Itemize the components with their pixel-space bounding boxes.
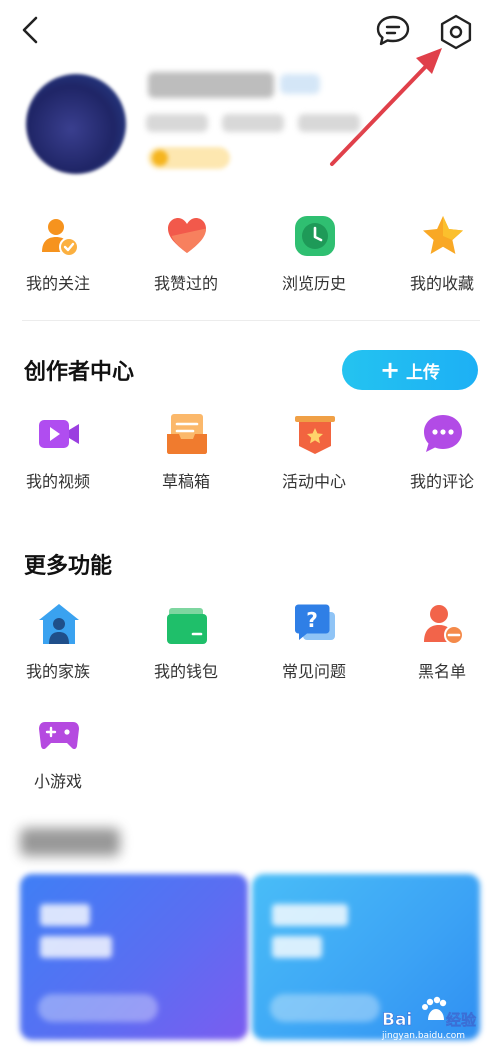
person-block-icon — [424, 605, 464, 645]
creator-item-my-comments[interactable]: 我的评论 — [384, 402, 500, 502]
more-item-faq[interactable]: ? 常见问题 — [256, 592, 372, 692]
quick-action-label: 我的收藏 — [409, 274, 474, 293]
more-item-label: 黑名单 — [417, 662, 466, 681]
clock-icon — [295, 216, 335, 256]
plus-icon: + — [379, 356, 401, 384]
creator-item-drafts[interactable]: 草稿箱 — [128, 402, 244, 502]
heart-icon — [168, 218, 206, 253]
creator-item-activity[interactable]: 活动中心 — [256, 402, 372, 502]
person-follow-icon — [42, 219, 79, 257]
quick-action-history[interactable]: 浏览历史 — [256, 204, 372, 304]
quick-actions: 我的关注 我赞过的 浏览历史 我的收藏 — [0, 204, 500, 314]
more-item-blacklist[interactable]: 黑名单 — [384, 592, 500, 692]
house-person-icon — [39, 604, 79, 644]
baidu-jingyan-watermark: Bai 经验 jingyan.baidu.com — [381, 996, 477, 1040]
quick-action-following[interactable]: 我的关注 — [0, 204, 116, 304]
more-item-label: 常见问题 — [281, 662, 346, 681]
more-item-label: 我的家族 — [25, 662, 90, 681]
more-item-mini-games[interactable]: 小游戏 — [0, 702, 116, 802]
quick-action-favorites[interactable]: 我的收藏 — [384, 204, 500, 304]
banner-section-title-blurred — [20, 828, 120, 856]
more-item-label: 小游戏 — [33, 772, 82, 791]
quick-action-label: 我赞过的 — [153, 274, 218, 293]
stat-blurred — [146, 114, 208, 132]
star-icon — [423, 216, 463, 254]
comment-bubble-icon — [424, 415, 462, 452]
creator-item-my-videos[interactable]: 我的视频 — [0, 402, 116, 502]
stat-blurred — [298, 114, 360, 132]
tag-blurred — [280, 74, 320, 94]
upload-button[interactable]: + 上传 — [342, 350, 478, 390]
creator-center-title: 创作者中心 — [24, 360, 135, 385]
svg-text:?: ? — [306, 608, 318, 632]
creator-item-label: 草稿箱 — [161, 472, 210, 491]
svg-text:jingyan.baidu.com: jingyan.baidu.com — [381, 1031, 465, 1040]
creator-item-label: 活动中心 — [281, 472, 346, 491]
creator-item-label: 我的评论 — [409, 472, 474, 491]
quick-action-label: 浏览历史 — [281, 274, 346, 293]
gamepad-icon — [39, 722, 79, 750]
draft-box-icon — [167, 414, 207, 454]
creator-tools: 我的视频 草稿箱 活动中心 我的评论 — [0, 402, 500, 512]
upload-label: 上传 — [406, 362, 441, 383]
profile-header[interactable] — [0, 62, 500, 192]
stat-blurred — [222, 114, 284, 132]
more-functions-row-1: 我的家族 我的钱包 ? 常见问题 黑名单 — [0, 592, 500, 702]
quick-action-label: 我的关注 — [25, 274, 90, 293]
wallet-icon — [167, 608, 207, 644]
section-divider — [22, 320, 480, 321]
badge-star-icon — [295, 416, 335, 454]
more-item-label: 我的钱包 — [153, 662, 218, 681]
question-bubble-icon: ? — [295, 604, 335, 640]
quick-action-liked[interactable]: 我赞过的 — [128, 204, 244, 304]
avatar[interactable] — [26, 74, 126, 174]
svg-text:经验: 经验 — [446, 1011, 477, 1029]
back-button[interactable] — [14, 12, 50, 48]
username-blurred — [148, 72, 274, 98]
more-functions-row-2: 小游戏 — [0, 702, 500, 812]
chevron-left-icon — [22, 16, 38, 44]
more-item-family[interactable]: 我的家族 — [0, 592, 116, 692]
creator-item-label: 我的视频 — [25, 472, 90, 491]
video-camera-icon — [39, 420, 79, 448]
more-functions-title: 更多功能 — [24, 554, 113, 579]
svg-text:Bai: Bai — [382, 1010, 412, 1030]
promo-banner-left[interactable] — [20, 874, 248, 1040]
more-item-wallet[interactable]: 我的钱包 — [128, 592, 244, 692]
level-badge-blurred — [148, 147, 230, 169]
